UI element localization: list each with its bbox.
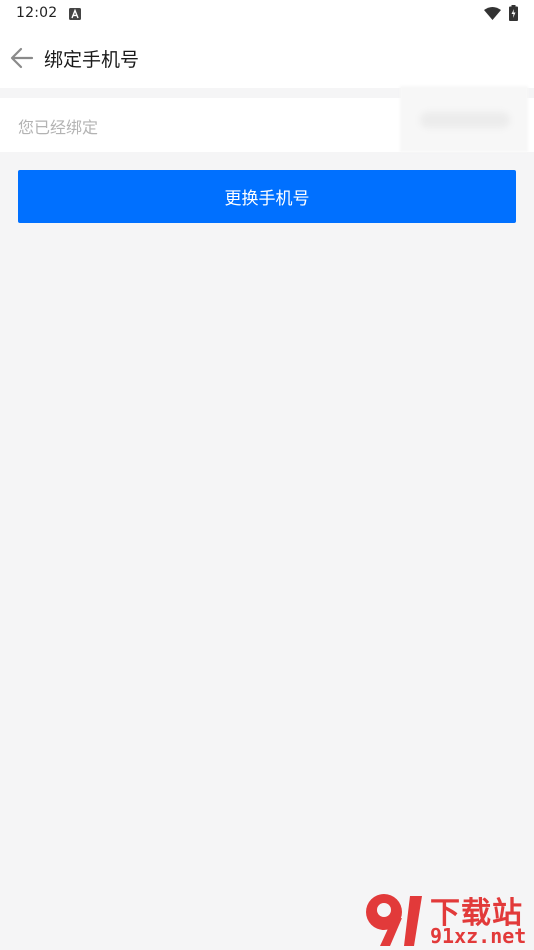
bound-phone-label: 您已经绑定 — [18, 118, 99, 137]
battery-charging-icon — [509, 5, 518, 21]
page-title: 绑定手机号 — [44, 49, 140, 71]
status-time: 12:02 — [16, 5, 58, 21]
back-button[interactable] — [8, 44, 36, 72]
change-phone-button[interactable]: 更换手机号 — [18, 170, 516, 223]
a-notification-icon — [69, 8, 81, 20]
watermark-logo-icon — [366, 894, 422, 946]
status-bar: 12:02 — [0, 0, 534, 28]
wifi-icon — [484, 7, 501, 20]
blurred-phone-number — [400, 86, 528, 152]
watermark: 下载站 91xz.net — [362, 888, 534, 950]
arrow-left-icon — [10, 47, 34, 69]
app-bar: 绑定手机号 — [0, 28, 534, 88]
watermark-text-bottom: 91xz.net — [430, 924, 527, 948]
